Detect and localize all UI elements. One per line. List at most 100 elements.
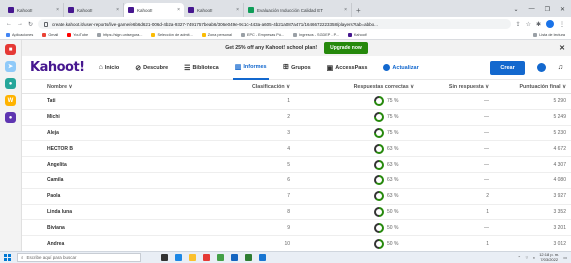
- browser-tab[interactable]: Evaluación Inducción Calidad ET ×: [244, 3, 352, 17]
- browser-tab[interactable]: Kahoot! ×: [64, 3, 124, 17]
- column-header-no-answer[interactable]: Sin respuesta ∨: [418, 84, 493, 90]
- correct-percent: 50 %: [387, 240, 399, 247]
- close-tab-icon[interactable]: ×: [177, 7, 180, 13]
- browser-tab[interactable]: Kahoot! ×: [184, 3, 244, 17]
- close-tab-icon[interactable]: ×: [116, 7, 119, 13]
- bookmark-label: Selección de admit...: [157, 33, 193, 37]
- close-window-icon[interactable]: ✕: [560, 6, 565, 13]
- back-icon[interactable]: ←: [6, 21, 12, 27]
- correct-answers-cell: 63 %: [296, 159, 418, 170]
- share-icon[interactable]: ⇪: [516, 21, 521, 28]
- no-answer-count: —: [484, 161, 489, 168]
- nav-informes[interactable]: ▥ Informes: [232, 56, 269, 80]
- column-header-name[interactable]: Nombre ∨: [22, 84, 200, 90]
- windows-taskbar: ⌕ Escribe aquí para buscar ⌃ ⌔ ◖ 12:18 p.…: [0, 251, 571, 263]
- bookmark-link[interactable]: Zona personal: [201, 33, 232, 37]
- bookmark-youtube[interactable]: YouTube: [67, 33, 88, 37]
- avatar[interactable]: [536, 63, 546, 72]
- close-tab-icon[interactable]: ×: [56, 7, 59, 13]
- bookmark-kahoot[interactable]: Kahoot!: [347, 33, 367, 37]
- column-header-rank[interactable]: Clasificación ∨: [200, 84, 296, 90]
- browser-tab-active[interactable]: Kahoot! ×: [124, 3, 184, 17]
- bookmark-link[interactable]: Ingresos - SGDEP - P...: [293, 33, 339, 37]
- windows-start-icon[interactable]: [4, 254, 11, 261]
- kahoot-logo[interactable]: Kahoot!: [30, 60, 85, 75]
- browser-tab[interactable]: Kahoot! ×: [4, 3, 64, 17]
- app-icon[interactable]: ●: [5, 78, 16, 89]
- upgrade-now-button[interactable]: Upgrade now: [324, 42, 368, 54]
- reload-icon[interactable]: ↻: [28, 21, 33, 28]
- nav-label: Informes: [243, 63, 267, 70]
- app-icon[interactable]: ●: [5, 112, 16, 123]
- final-score: 3 352: [553, 208, 566, 215]
- table-row[interactable]: Tati 1 75 % — 5 290: [22, 94, 571, 110]
- progress-ring-icon: [374, 143, 384, 154]
- close-tab-icon[interactable]: ×: [344, 7, 347, 13]
- app-icon[interactable]: [203, 254, 210, 261]
- close-tab-icon[interactable]: ×: [236, 7, 239, 13]
- extensions-icon[interactable]: ✱: [536, 21, 541, 28]
- nav-biblioteca[interactable]: ☰ Biblioteca: [182, 56, 221, 80]
- column-header-correct[interactable]: Respuestas correctas ∨: [296, 84, 418, 90]
- app-icon[interactable]: [175, 254, 182, 261]
- correct-percent: 50 %: [387, 224, 399, 231]
- table-row[interactable]: Linda luna 8 50 % 1 3 352: [22, 205, 571, 221]
- kahoot-favicon: [128, 7, 134, 13]
- maximize-icon[interactable]: ❐: [545, 6, 550, 13]
- bookmark-link[interactable]: https://sign.unisegura...: [97, 33, 142, 37]
- task-view-icon[interactable]: [161, 254, 168, 261]
- nav-accesspass[interactable]: ▣ AccessPass: [325, 56, 370, 80]
- correct-percent: 63 %: [387, 177, 399, 184]
- player-name: Camila: [47, 177, 64, 184]
- nav-grupos[interactable]: ꕥ Grupos: [281, 56, 313, 80]
- nav-descubre[interactable]: ⊘ Descubre: [133, 56, 170, 80]
- table-row[interactable]: Aleja 3 75 % — 5 230: [22, 126, 571, 142]
- word-icon[interactable]: [259, 254, 266, 261]
- progress-ring-icon: [374, 206, 384, 217]
- taskbar-search-input[interactable]: ⌕ Escribe aquí para buscar: [17, 253, 141, 262]
- forward-icon[interactable]: →: [17, 21, 23, 27]
- table-row[interactable]: Michi 2 75 % — 5 249: [22, 110, 571, 126]
- kahoot-header: Kahoot! ⌂ Inicio ⊘ Descubre ☰ Biblioteca ▥ I…: [22, 56, 571, 80]
- clock[interactable]: 12:18 p. m. 7/03/2022: [539, 253, 559, 261]
- no-answer-count: —: [484, 224, 489, 231]
- table-row[interactable]: Paola 7 63 % 2 3 927: [22, 189, 571, 205]
- pin-icon[interactable]: ➤: [5, 61, 16, 72]
- profile-avatar[interactable]: [546, 20, 554, 28]
- create-button[interactable]: Crear: [490, 60, 525, 75]
- table-row[interactable]: Andrea 10 50 % 1 3 012: [22, 236, 571, 252]
- chrome-icon[interactable]: [217, 254, 224, 261]
- notification-icon[interactable]: ▭: [563, 255, 567, 260]
- reading-list[interactable]: Lista de lectura: [533, 33, 565, 37]
- excel-icon[interactable]: [245, 254, 252, 261]
- column-header-score[interactable]: Puntuación final ∨: [493, 84, 571, 90]
- network-icon[interactable]: ⌔: [525, 255, 529, 261]
- upgrade-link[interactable]: Actualizar: [381, 56, 420, 80]
- bookmark-gmail[interactable]: Gmail: [42, 33, 58, 37]
- compass-icon: ⊘: [135, 64, 142, 72]
- bookmark-apps[interactable]: Aplicaciones: [6, 33, 33, 37]
- app-icon[interactable]: ■: [5, 44, 16, 55]
- nav-inicio[interactable]: ⌂ Inicio: [97, 56, 122, 80]
- table-row[interactable]: Angelita 5 63 % — 4 307: [22, 157, 571, 173]
- bookmark-link[interactable]: Selección de admit...: [151, 33, 193, 37]
- close-icon[interactable]: ✕: [559, 44, 565, 52]
- table-row[interactable]: HECTOR B 4 63 % — 4 672: [22, 141, 571, 158]
- folder-icon[interactable]: [189, 254, 196, 261]
- chevron-down-icon[interactable]: ⌄: [514, 6, 519, 13]
- bookmark-label: Kahoot!: [353, 33, 367, 37]
- table-row[interactable]: Biviana 9 50 % — 3 201: [22, 220, 571, 237]
- star-icon[interactable]: ☆: [526, 21, 531, 28]
- url-field[interactable]: create.kahoot.it/user-reports/live-game/…: [38, 19, 511, 29]
- minimize-icon[interactable]: —: [529, 6, 535, 13]
- bell-icon[interactable]: ♫: [558, 64, 563, 71]
- app-icon[interactable]: [231, 254, 238, 261]
- menu-dots-icon[interactable]: ⋮: [559, 21, 565, 28]
- tray-chevron-icon[interactable]: ⌃: [518, 255, 521, 260]
- app-icon[interactable]: W: [5, 95, 16, 106]
- bookmark-link[interactable]: EPC - Empresas Pú...: [240, 33, 284, 37]
- new-tab-button[interactable]: +: [352, 6, 365, 17]
- volume-icon[interactable]: ◖: [533, 255, 535, 260]
- table-row[interactable]: Camila 6 63 % — 4 080: [22, 173, 571, 189]
- correct-answers-cell: 75 %: [296, 96, 418, 107]
